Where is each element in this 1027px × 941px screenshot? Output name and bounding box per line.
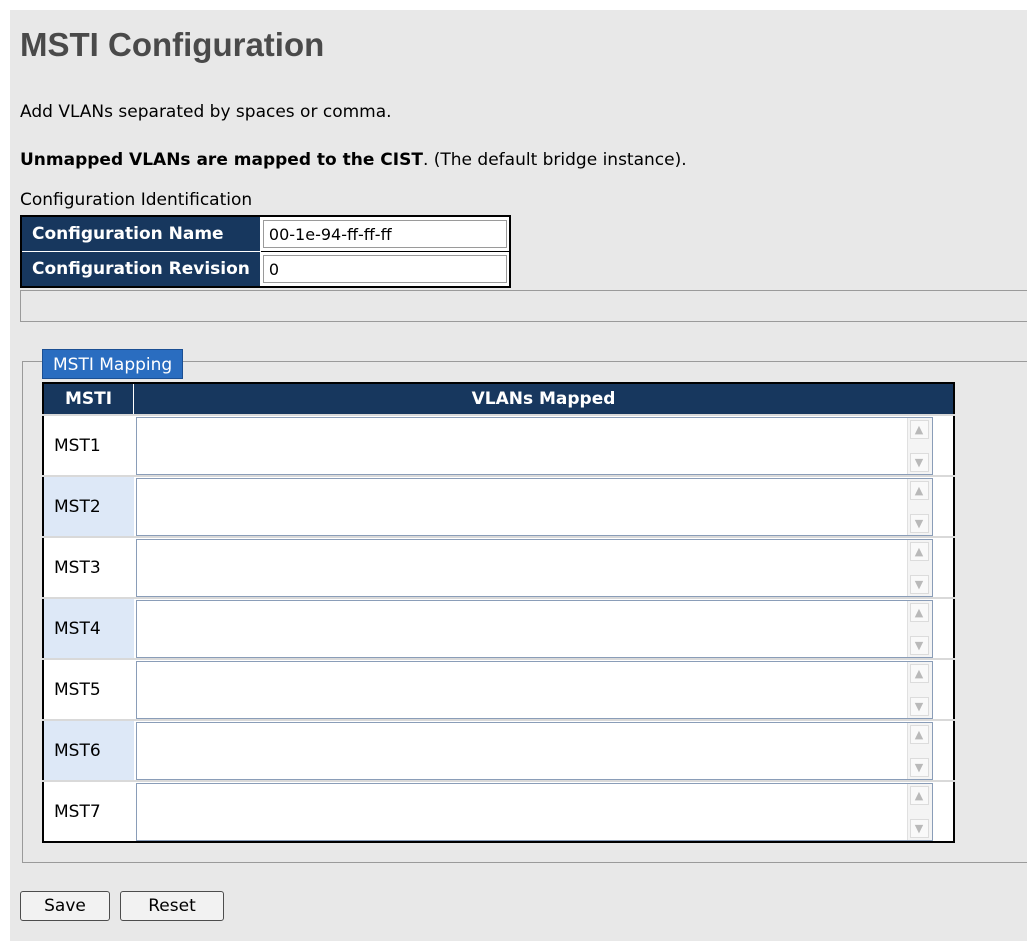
chevron-down-icon[interactable]: ▼ [909,635,929,655]
vlans-textarea-wrapper: ▲ ▼ [135,477,933,536]
vlans-textarea-wrapper: ▲ ▼ [135,599,933,658]
scrollbar[interactable]: ▲ ▼ [906,417,932,474]
vlans-textarea-wrapper: ▲ ▼ [135,782,933,841]
unmapped-note-bold: Unmapped VLANs are mapped to the CIST [20,150,423,170]
scrollbar[interactable]: ▲ ▼ [906,539,932,596]
vlans-cell: ▲ ▼ [133,719,954,781]
vlans-mapped-textarea-mst4[interactable] [136,600,907,657]
msti-column-header: MSTI [42,382,134,416]
unmapped-note-rest: . (The default bridge instance). [422,150,687,170]
vlans-cell: ▲ ▼ [133,536,954,598]
table-row: MST5 ▲ ▼ [43,658,954,720]
config-name-input[interactable] [262,220,507,248]
msti-label: MST3 [43,536,134,598]
vlans-cell: ▲ ▼ [133,597,954,659]
scrollbar[interactable]: ▲ ▼ [906,783,932,840]
config-identification-caption: Configuration Identification [20,190,253,210]
msti-label: MST5 [43,658,134,720]
add-vlans-note: Add VLANs separated by spaces or comma. [20,102,392,122]
vlans-textarea-wrapper: ▲ ▼ [135,538,933,597]
msti-label: MST7 [43,780,134,842]
vlans-cell: ▲ ▼ [133,414,954,476]
table-row: MST7 ▲ ▼ [43,780,954,842]
save-button[interactable]: Save [20,891,110,921]
vlans-mapped-textarea-mst3[interactable] [136,539,907,596]
chevron-down-icon[interactable]: ▼ [909,452,929,472]
chevron-up-icon[interactable]: ▲ [909,602,929,622]
vlans-cell: ▲ ▼ [133,780,954,842]
table-row: MST2 ▲ ▼ [43,475,954,537]
vlans-mapped-column-header: VLANs Mapped [133,382,955,416]
msti-mapping-table: MSTI VLANs Mapped MST1 ▲ ▼ MST2 ▲ ▼ MST3… [42,382,955,843]
chevron-up-icon[interactable]: ▲ [909,663,929,683]
table-row: MST4 ▲ ▼ [43,597,954,659]
chevron-down-icon[interactable]: ▼ [909,757,929,777]
table-row: MST1 ▲ ▼ [43,414,954,476]
vlans-mapped-textarea-mst7[interactable] [136,783,907,840]
vlans-textarea-wrapper: ▲ ▼ [135,660,933,719]
vlans-cell: ▲ ▼ [133,475,954,537]
scrollbar[interactable]: ▲ ▼ [906,600,932,657]
config-revision-input[interactable] [262,255,507,283]
scrollbar[interactable]: ▲ ▼ [906,722,932,779]
vlans-textarea-wrapper: ▲ ▼ [135,721,933,780]
chevron-down-icon[interactable]: ▼ [909,574,929,594]
config-identification-table: Configuration Name Configuration Revisio… [20,215,511,288]
msti-mapping-header-row: MSTI VLANs Mapped [42,382,955,416]
chevron-down-icon[interactable]: ▼ [909,696,929,716]
vlans-mapped-textarea-mst1[interactable] [136,417,907,474]
config-name-cell [260,216,510,252]
page-title: MSTI Configuration [20,26,325,63]
msti-mapping-legend: MSTI Mapping [42,349,184,379]
chevron-down-icon[interactable]: ▼ [909,818,929,838]
page-container: MSTI Configuration Add VLANs separated b… [10,10,1027,941]
table-row: MST6 ▲ ▼ [43,719,954,781]
vlans-mapped-textarea-mst2[interactable] [136,478,907,535]
chevron-up-icon[interactable]: ▲ [909,419,929,439]
chevron-up-icon[interactable]: ▲ [909,541,929,561]
msti-label: MST1 [43,414,134,476]
chevron-up-icon[interactable]: ▲ [909,785,929,805]
vlans-mapped-textarea-mst6[interactable] [136,722,907,779]
msti-label: MST6 [43,719,134,781]
config-revision-row: Configuration Revision [21,251,510,288]
config-identification-frame [20,290,1027,322]
unmapped-note: Unmapped VLANs are mapped to the CIST. (… [20,150,687,170]
reset-button[interactable]: Reset [120,891,224,921]
msti-label: MST2 [43,475,134,537]
vlans-textarea-wrapper: ▲ ▼ [135,416,933,475]
config-revision-cell [260,251,510,288]
msti-label: MST4 [43,597,134,659]
config-name-row: Configuration Name [21,215,510,252]
chevron-up-icon[interactable]: ▲ [909,480,929,500]
scrollbar[interactable]: ▲ ▼ [906,478,932,535]
vlans-mapped-textarea-mst5[interactable] [136,661,907,718]
chevron-up-icon[interactable]: ▲ [909,724,929,744]
vlans-cell: ▲ ▼ [133,658,954,720]
chevron-down-icon[interactable]: ▼ [909,513,929,533]
config-revision-label: Configuration Revision [21,251,261,288]
config-name-label: Configuration Name [21,215,261,252]
table-row: MST3 ▲ ▼ [43,536,954,598]
scrollbar[interactable]: ▲ ▼ [906,661,932,718]
